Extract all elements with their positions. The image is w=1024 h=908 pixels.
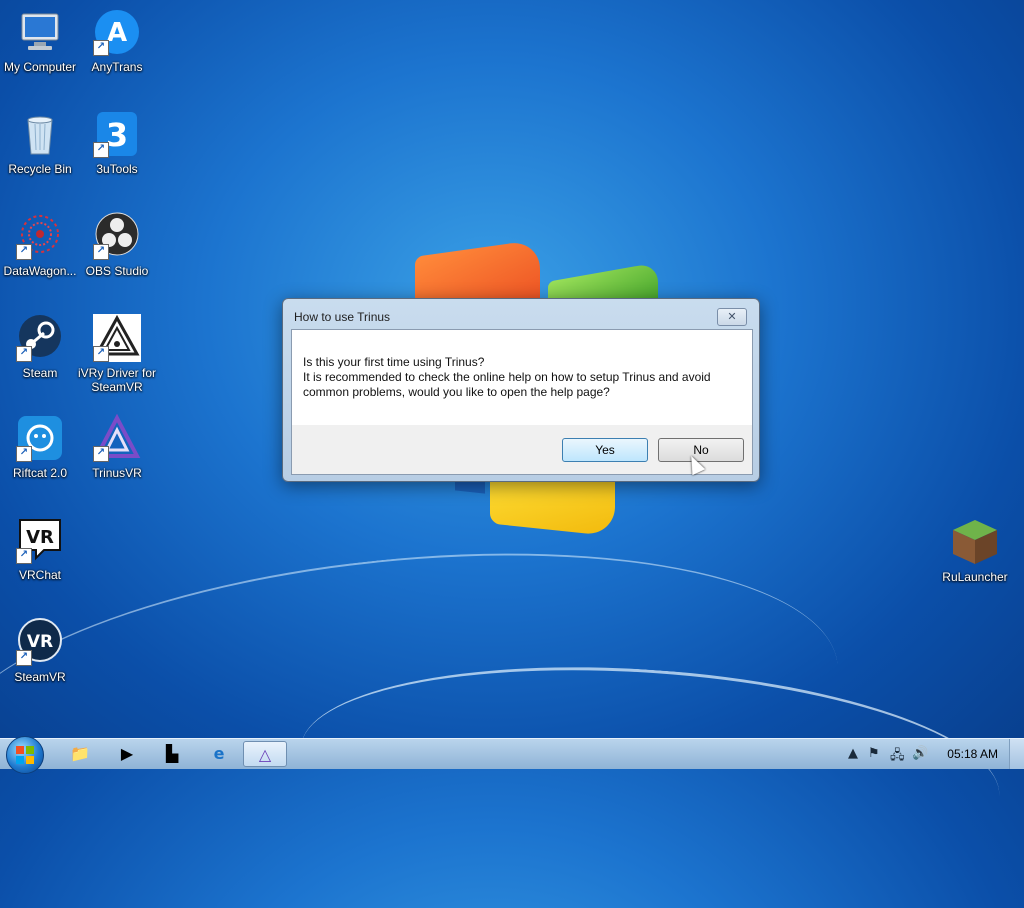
recycle-bin-icon: [16, 110, 64, 158]
taskbar-trinusvr-button[interactable]: △: [243, 741, 287, 767]
dialog-message: Is this your first time using Trinus? It…: [303, 355, 733, 400]
internet-explorer-icon: e: [213, 744, 225, 763]
desktop-icon-label: AnyTrans: [91, 60, 143, 74]
desktop-icon-rulauncher[interactable]: RuLauncher: [935, 518, 1015, 584]
vrchat-icon: VR ↗: [16, 516, 64, 564]
yes-button[interactable]: Yes: [562, 438, 648, 462]
svg-text:VR: VR: [26, 527, 54, 548]
desktop-icon-label: Riftcat 2.0: [12, 466, 68, 480]
desktop-icon-label: SteamVR: [14, 670, 66, 684]
trinusvr-icon: △: [258, 745, 272, 764]
obs-icon: ↗: [93, 212, 141, 260]
ivry-icon: ↗: [93, 314, 141, 362]
desktop-icon-recycle-bin[interactable]: Recycle Bin: [0, 110, 80, 176]
show-hidden-icons-icon[interactable]: ▲: [848, 746, 858, 761]
wallpaper-swoosh: [0, 513, 854, 908]
svg-text:A: A: [107, 18, 127, 48]
no-button[interactable]: No: [658, 438, 744, 462]
shortcut-arrow-icon: ↗: [93, 446, 109, 462]
dialog-message-line: Is this your first time using Trinus?: [303, 355, 485, 369]
app-icon: ▙: [165, 744, 179, 763]
close-button[interactable]: ✕: [717, 308, 747, 326]
steamvr-icon: VR ↗: [16, 618, 64, 666]
anytrans-icon: A ↗: [93, 8, 141, 56]
dialog-title: How to use Trinus: [294, 310, 391, 324]
shortcut-arrow-icon: ↗: [16, 244, 32, 260]
desktop-icon-label: RuLauncher: [942, 570, 1008, 584]
taskbar-internet-explorer-button[interactable]: e: [199, 741, 239, 767]
riftcat-icon: ↗: [16, 414, 64, 462]
taskbar: 📁 ▶ ▙ e △ ▲ ⚑ 🖧 🔊 05:18 AM: [0, 736, 1024, 774]
desktop-icon-label: TrinusVR: [92, 466, 142, 480]
dialog-content: Is this your first time using Trinus? It…: [292, 330, 752, 425]
network-icon[interactable]: 🖧: [890, 746, 905, 768]
volume-icon[interactable]: 🔊: [912, 746, 928, 761]
shortcut-arrow-icon: ↗: [93, 142, 109, 158]
desktop-icon-datawagon[interactable]: ↗ DataWagon...: [0, 212, 80, 278]
desktop-icon-steam[interactable]: ↗ Steam: [0, 314, 80, 380]
desktop-icon-anytrans[interactable]: A ↗ AnyTrans: [77, 8, 157, 74]
close-icon: ✕: [727, 310, 737, 323]
dialog-message-line: It is recommended to check the online he…: [303, 370, 711, 384]
desktop-icon-label: DataWagon...: [3, 264, 77, 278]
svg-text:VR: VR: [27, 632, 53, 652]
dialog-message-line: common problems, would you like to open …: [303, 385, 610, 399]
desktop-icon-label: Steam: [22, 366, 58, 380]
shortcut-arrow-icon: ↗: [16, 346, 32, 362]
desktop-icon-obs-studio[interactable]: ↗ OBS Studio: [77, 212, 157, 278]
start-button[interactable]: [6, 736, 44, 774]
desktop-icon-3utools[interactable]: 3 ↗ 3uTools: [77, 110, 157, 176]
svg-text:3: 3: [106, 116, 128, 154]
desktop-icon-my-computer[interactable]: My Computer: [0, 8, 80, 74]
desktop-icon-ivry-driver[interactable]: ↗ iVRy Driver for SteamVR: [77, 314, 157, 394]
steam-icon: ↗: [16, 314, 64, 362]
trinus-help-dialog: How to use Trinus ✕ Is this your first t…: [282, 298, 760, 482]
datawagon-icon: ↗: [16, 212, 64, 260]
trinusvr-icon: ↗: [93, 413, 141, 462]
shortcut-arrow-icon: ↗: [93, 244, 109, 260]
desktop-icon-vrchat[interactable]: VR ↗ VRChat: [0, 516, 80, 582]
desktop-icon-label: Recycle Bin: [8, 162, 72, 176]
show-desktop-button[interactable]: [1009, 739, 1024, 769]
desktop-icon-steamvr[interactable]: VR ↗ SteamVR: [0, 618, 80, 684]
desktop-icon-label: VRChat: [18, 568, 62, 582]
clock[interactable]: 05:18 AM: [947, 747, 998, 761]
action-center-icon[interactable]: ⚑: [868, 746, 880, 761]
taskbar-app-button[interactable]: ▙: [152, 741, 192, 767]
desktop-icon-trinusvr[interactable]: ↗ TrinusVR: [77, 413, 157, 480]
explorer-icon: 📁: [70, 744, 90, 763]
desktop-icon-riftcat[interactable]: ↗ Riftcat 2.0: [0, 414, 80, 480]
shortcut-arrow-icon: ↗: [16, 446, 32, 462]
wallpaper-swoosh: [293, 645, 1007, 898]
shortcut-arrow-icon: ↗: [93, 346, 109, 362]
shortcut-arrow-icon: ↗: [93, 40, 109, 56]
shortcut-arrow-icon: ↗: [16, 650, 32, 666]
3utools-icon: 3 ↗: [93, 110, 141, 158]
computer-icon: [16, 8, 64, 56]
media-player-icon: ▶: [120, 744, 134, 763]
shortcut-arrow-icon: ↗: [16, 548, 32, 564]
desktop-icon-label: 3uTools: [96, 162, 138, 176]
system-tray: ▲ ⚑ 🖧 🔊 05:18 AM: [844, 739, 1024, 769]
taskbar-explorer-button[interactable]: 📁: [60, 741, 100, 767]
desktop-icon-label: OBS Studio: [85, 264, 149, 278]
minecraft-icon: [951, 518, 999, 566]
desktop-icon-label: My Computer: [3, 60, 77, 74]
desktop-icon-label: iVRy Driver for SteamVR: [77, 366, 156, 394]
windows-logo-icon: [16, 746, 34, 764]
dialog-client-area: Is this your first time using Trinus? It…: [291, 329, 753, 475]
taskbar-media-player-button[interactable]: ▶: [107, 741, 147, 767]
